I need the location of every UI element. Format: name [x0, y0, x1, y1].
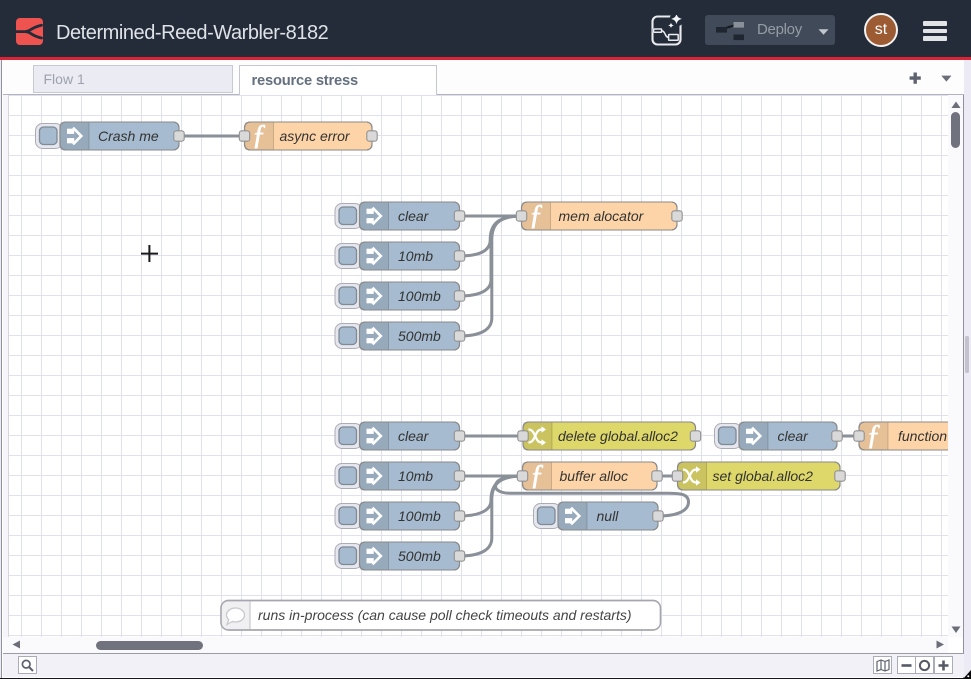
svg-text:clear: clear: [398, 208, 430, 224]
svg-text:ƒ: ƒ: [529, 200, 543, 231]
svg-text:clear: clear: [778, 428, 810, 444]
svg-text:buffer alloc: buffer alloc: [560, 468, 628, 484]
svg-text:ƒ: ƒ: [867, 420, 881, 451]
svg-text:500mb: 500mb: [398, 328, 441, 344]
svg-text:delete global.alloc2: delete global.alloc2: [558, 428, 678, 444]
svg-text:set global.alloc2: set global.alloc2: [713, 468, 814, 484]
svg-text:clear: clear: [398, 428, 430, 444]
svg-text:100mb: 100mb: [398, 508, 441, 524]
svg-text:100mb: 100mb: [398, 288, 441, 304]
svg-text:10mb: 10mb: [398, 468, 433, 484]
svg-text:async error: async error: [280, 128, 351, 144]
svg-text:Crash me: Crash me: [98, 128, 159, 144]
svg-text:500mb: 500mb: [398, 548, 441, 564]
svg-text:runs in-process (can cause pol: runs in-process (can cause poll check ti…: [258, 607, 632, 623]
svg-text:mem alocator: mem alocator: [559, 208, 645, 224]
svg-text:null: null: [597, 508, 620, 524]
svg-text:ƒ: ƒ: [252, 120, 266, 151]
svg-text:function: function: [898, 428, 947, 444]
svg-text:10mb: 10mb: [398, 248, 433, 264]
svg-text:ƒ: ƒ: [530, 460, 544, 491]
